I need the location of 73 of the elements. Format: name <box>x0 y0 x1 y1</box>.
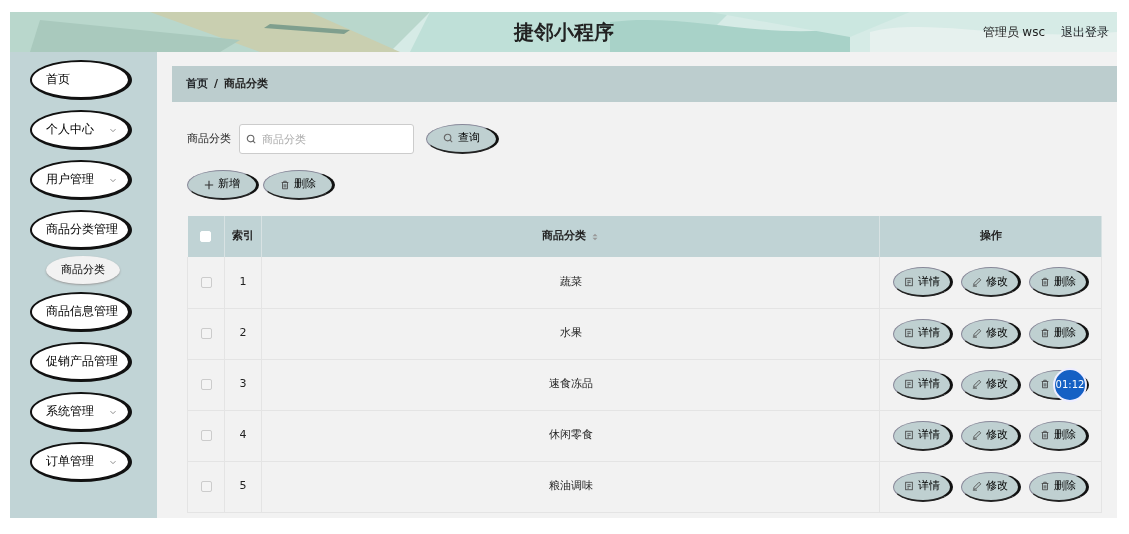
pencil-icon <box>971 276 982 287</box>
document-icon <box>903 430 914 440</box>
edit-button[interactable]: 修改 <box>960 267 1021 298</box>
delete-button[interactable]: 删除 <box>1028 267 1089 298</box>
search-icon <box>246 134 257 145</box>
delete-button[interactable]: 删除 <box>1028 471 1089 502</box>
column-header[interactable]: 商品分类 <box>541 228 586 245</box>
table-cell: 2 <box>239 326 247 340</box>
row-checkbox[interactable] <box>200 378 212 390</box>
sidebar-item[interactable]: 用户管理 <box>30 160 132 200</box>
details-button[interactable]: 详情 <box>892 318 953 349</box>
select-all-checkbox[interactable] <box>200 230 212 242</box>
pencil-icon <box>971 481 982 491</box>
delete-button[interactable]: 删除 <box>1028 420 1089 451</box>
query-button[interactable]: 查询 <box>426 124 499 154</box>
trash-icon <box>280 179 290 190</box>
plus-icon <box>204 179 214 190</box>
edit-button[interactable]: 修改 <box>960 318 1021 349</box>
table-cell: 休闲零食 <box>548 428 593 442</box>
table-cell: 粮油调味 <box>548 479 593 493</box>
sidebar-item[interactable]: 商品信息管理 <box>30 292 132 332</box>
search-icon <box>443 133 454 144</box>
document-icon <box>903 379 914 389</box>
pencil-icon <box>971 379 982 389</box>
trash-icon <box>1039 481 1050 491</box>
add-button[interactable]: 新增 <box>187 170 259 200</box>
sidebar-item[interactable]: 商品分类管理 <box>30 210 132 250</box>
table-cell: 速食冻品 <box>548 377 593 391</box>
table-cell: 3 <box>239 377 247 391</box>
details-button[interactable]: 详情 <box>892 267 953 298</box>
timer-toast: 01:12 <box>1053 367 1087 402</box>
details-button[interactable]: 详情 <box>892 369 953 400</box>
logout-link[interactable]: 退出登录 <box>1061 23 1109 41</box>
document-icon <box>903 276 914 287</box>
app-title: 捷邻小程序 <box>513 19 614 46</box>
delete-button[interactable]: 删除 <box>263 170 335 200</box>
details-button[interactable]: 详情 <box>892 420 953 451</box>
table-cell: 蔬菜 <box>559 275 582 288</box>
breadcrumb-link[interactable]: 首页 <box>186 75 208 93</box>
row-checkbox[interactable] <box>200 429 212 441</box>
sidebar-item[interactable]: 促销产品管理 <box>30 342 132 382</box>
row-checkbox[interactable] <box>200 327 212 339</box>
trash-icon <box>1039 379 1050 389</box>
trash-icon <box>1039 328 1050 338</box>
column-header: 操作 <box>979 229 1002 243</box>
delete-button[interactable]: 删除 <box>1028 318 1089 349</box>
column-header: 索引 <box>232 229 254 243</box>
sidebar-item[interactable]: 个人中心 <box>30 110 132 150</box>
trash-icon <box>1039 430 1050 440</box>
row-checkbox[interactable] <box>200 480 212 492</box>
edit-button[interactable]: 修改 <box>960 369 1021 400</box>
trash-icon <box>1039 276 1050 287</box>
edit-button[interactable]: 修改 <box>960 471 1021 502</box>
pencil-icon <box>971 328 982 338</box>
details-button[interactable]: 详情 <box>892 471 953 502</box>
table-cell: 水果 <box>559 326 582 340</box>
search-label: 商品分类 <box>187 130 231 147</box>
sidebar-subitem[interactable]: 商品分类 <box>46 256 120 284</box>
breadcrumb-current: 商品分类 <box>224 75 269 92</box>
table-cell: 1 <box>239 275 247 288</box>
pencil-icon <box>971 430 982 440</box>
table-cell: 5 <box>239 479 247 493</box>
sidebar-item[interactable]: 订单管理 <box>30 442 132 482</box>
document-icon <box>903 481 914 491</box>
user-name: 管理员 wsc <box>982 24 1045 41</box>
table-cell: 4 <box>239 428 247 442</box>
document-icon <box>903 328 914 338</box>
edit-button[interactable]: 修改 <box>960 420 1021 451</box>
slash-separator: / <box>214 75 219 92</box>
search-field[interactable]: 商品分类 <box>239 124 414 154</box>
row-checkbox[interactable] <box>200 276 212 288</box>
sidebar-item[interactable]: 系统管理 <box>30 392 132 432</box>
sidebar-item[interactable]: 首页 <box>30 60 132 100</box>
